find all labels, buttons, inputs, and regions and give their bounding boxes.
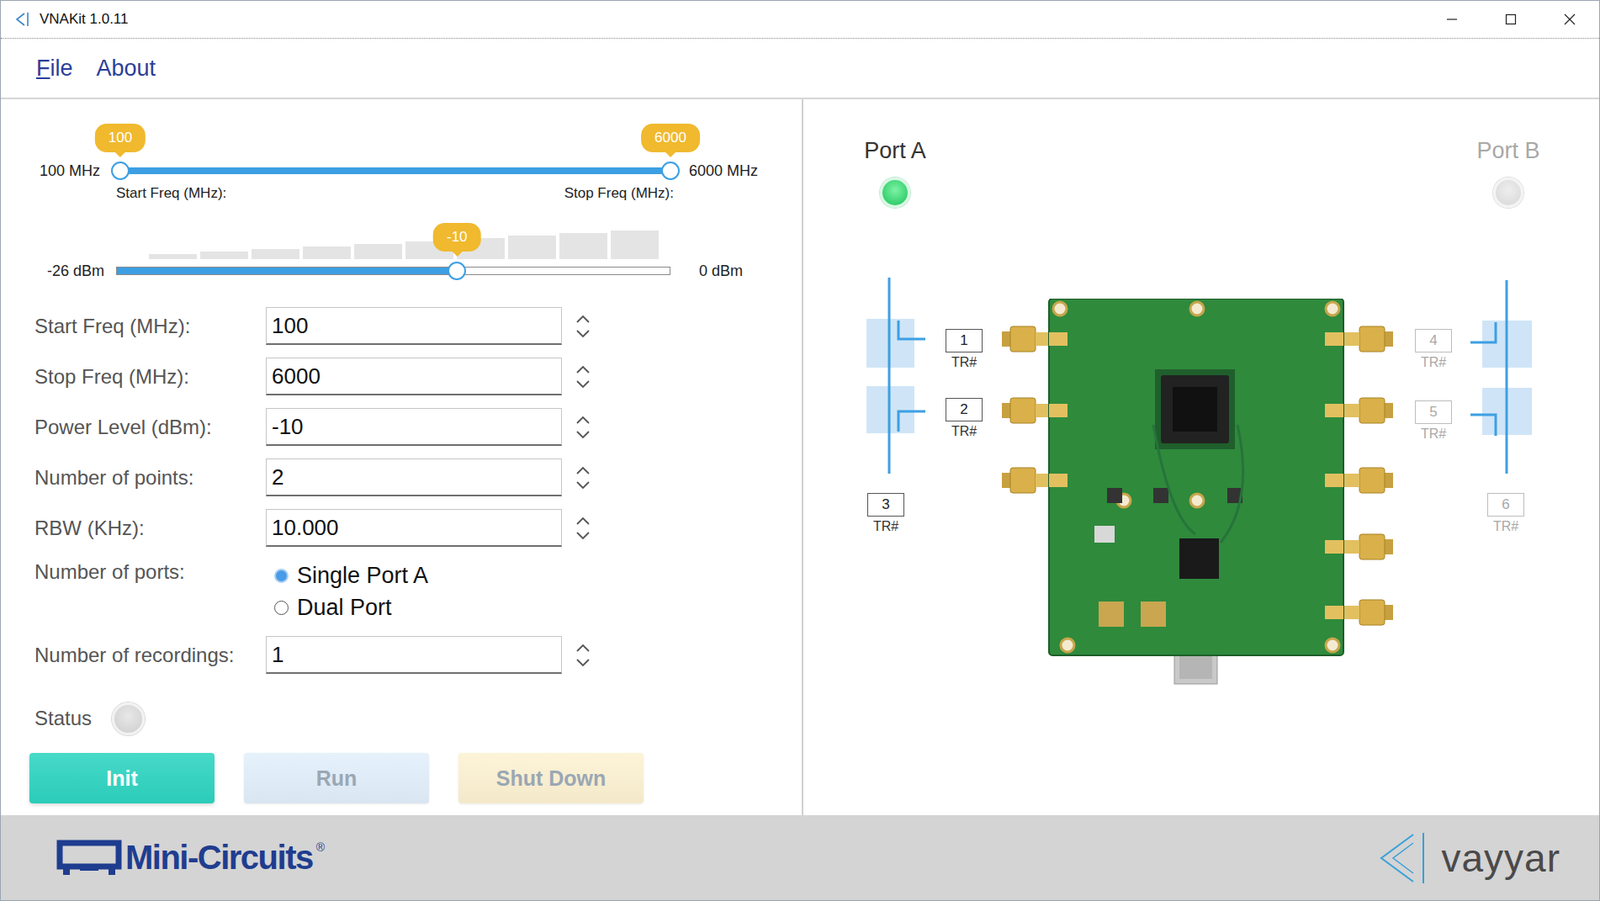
transceiver[interactable]: 1 TR# bbox=[945, 328, 983, 371]
field-label: Number of recordings: bbox=[34, 643, 266, 668]
spinner[interactable] bbox=[575, 415, 596, 440]
chevron-down-icon[interactable] bbox=[575, 530, 591, 541]
mini-circuits-logo: Mini-Circuits® bbox=[56, 838, 325, 877]
field-label: Number of ports: bbox=[34, 559, 266, 585]
chevron-up-icon[interactable] bbox=[575, 466, 591, 476]
device-diagram: Port A Port B 1 TR# 2 TR# 3 TR# 4 TR# 5 TR# 6… bbox=[803, 99, 1600, 816]
number-field[interactable] bbox=[265, 307, 562, 345]
power-handle[interactable] bbox=[447, 261, 467, 281]
slider-min-label: -26 dBm bbox=[47, 262, 117, 281]
footer: Mini-Circuits® vayyar bbox=[0, 815, 1600, 901]
field-label: Number of points: bbox=[34, 466, 266, 490]
chevron-down-icon[interactable] bbox=[575, 379, 591, 389]
menu-bar: File About bbox=[0, 38, 1600, 100]
status-indicator: Status bbox=[0, 699, 802, 737]
transceiver[interactable]: 2 TR# bbox=[945, 397, 983, 440]
close-button[interactable] bbox=[1540, 0, 1600, 38]
minimize-icon bbox=[1446, 13, 1458, 26]
port-led bbox=[879, 177, 911, 208]
chevron-down-icon[interactable] bbox=[575, 657, 591, 668]
radio-group: Single Port A Dual Port bbox=[265, 559, 596, 624]
field-label: Power Level (dBm): bbox=[34, 415, 266, 440]
chevron-up-icon[interactable] bbox=[575, 643, 591, 653]
maximize-button[interactable] bbox=[1481, 0, 1541, 38]
frequency-slider: 100 MHz 100 6000 6000 MHz Start Freq (MH… bbox=[0, 160, 802, 202]
spinner[interactable] bbox=[575, 516, 596, 541]
value-bubble: 100 bbox=[95, 123, 146, 153]
chevron-up-icon[interactable] bbox=[575, 415, 591, 425]
minimize-button[interactable] bbox=[1422, 0, 1482, 38]
start-handle[interactable] bbox=[111, 161, 130, 181]
app-logo-icon bbox=[14, 11, 32, 27]
vayyar-logo: vayyar bbox=[1376, 831, 1561, 885]
status-label: Status bbox=[34, 706, 92, 731]
mini-circuits-mark-icon bbox=[56, 839, 122, 877]
port-indicator: Port A bbox=[844, 137, 946, 208]
slider-caption: Stop Freq (MHz): bbox=[564, 185, 674, 202]
field-label: Stop Freq (MHz): bbox=[34, 365, 266, 389]
radio-option[interactable]: Single Port A bbox=[265, 559, 596, 592]
chevron-up-icon[interactable] bbox=[575, 365, 591, 375]
slider-caption: Start Freq (MHz): bbox=[116, 185, 227, 202]
value-bubble: -10 bbox=[433, 222, 482, 252]
spinner[interactable] bbox=[575, 643, 596, 668]
transceiver[interactable]: 6 TR# bbox=[1487, 492, 1525, 535]
slider-min-label: 100 MHz bbox=[39, 162, 121, 181]
chevron-down-icon[interactable] bbox=[575, 480, 591, 490]
port-led bbox=[1493, 177, 1524, 208]
chevron-up-icon[interactable] bbox=[575, 516, 591, 526]
settings-panel: 100 MHz 100 6000 6000 MHz Start Freq (MH… bbox=[0, 99, 804, 816]
number-field[interactable] bbox=[265, 407, 562, 446]
spinner[interactable] bbox=[575, 466, 596, 490]
chevron-down-icon[interactable] bbox=[575, 328, 591, 339]
transceiver[interactable]: 3 TR# bbox=[867, 492, 905, 535]
menu-item[interactable]: About bbox=[96, 55, 157, 82]
transceiver[interactable]: 5 TR# bbox=[1414, 400, 1452, 442]
status-light bbox=[111, 702, 145, 736]
slider-max-label: 6000 MHz bbox=[688, 162, 758, 181]
vayyar-mark-icon bbox=[1376, 831, 1432, 885]
number-field[interactable] bbox=[265, 635, 562, 674]
chevron-down-icon[interactable] bbox=[575, 429, 591, 440]
window-title: VNAKit 1.0.11 bbox=[39, 10, 129, 28]
close-icon bbox=[1563, 13, 1576, 26]
number-field[interactable] bbox=[265, 458, 562, 497]
board-image bbox=[1001, 298, 1394, 686]
number-field[interactable] bbox=[265, 508, 562, 547]
number-field[interactable] bbox=[265, 357, 562, 396]
spinner[interactable] bbox=[575, 365, 596, 389]
value-bubble: 6000 bbox=[641, 123, 700, 153]
action-button[interactable]: Shut Down bbox=[458, 752, 644, 804]
transceiver[interactable]: 4 TR# bbox=[1414, 328, 1452, 371]
settings-form: Start Freq (MHz): Stop Freq (MHz): Power… bbox=[0, 307, 802, 674]
port-indicator: Port B bbox=[1457, 137, 1559, 208]
field-label: RBW (KHz): bbox=[34, 516, 266, 541]
spinner[interactable] bbox=[575, 314, 596, 339]
action-button[interactable]: Run bbox=[243, 752, 430, 804]
level-bars bbox=[148, 230, 659, 260]
app-window: VNAKit 1.0.11 File About 100 MHz 100 6000… bbox=[0, 0, 1600, 901]
menu-item[interactable]: File bbox=[36, 55, 74, 82]
radio-option[interactable]: Dual Port bbox=[265, 591, 596, 624]
field-label: Start Freq (MHz): bbox=[34, 314, 266, 339]
slider-max-label: 0 dBm bbox=[699, 262, 743, 281]
stop-handle[interactable] bbox=[661, 161, 680, 181]
power-slider: -26 dBm -10 0 dBm bbox=[0, 260, 802, 281]
title-bar: VNAKit 1.0.11 bbox=[0, 0, 1600, 39]
action-button[interactable]: Init bbox=[29, 752, 215, 804]
maximize-icon bbox=[1504, 13, 1517, 26]
chevron-up-icon[interactable] bbox=[575, 314, 591, 324]
